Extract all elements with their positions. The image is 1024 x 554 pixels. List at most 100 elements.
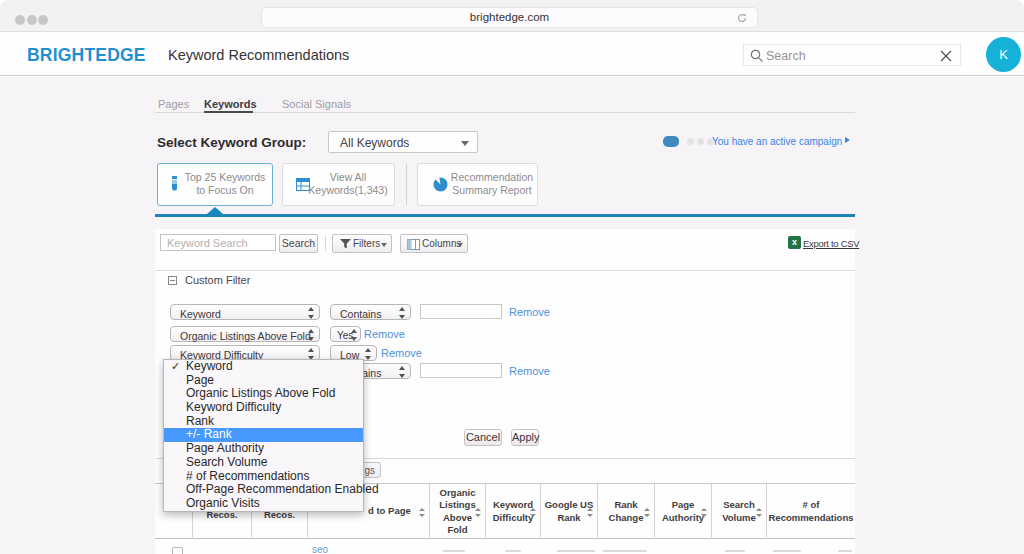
columns-icon — [407, 239, 420, 250]
filter-row2-field-select[interactable]: Organic Listings Above Fold — [170, 326, 320, 342]
filter-row1-operator-select[interactable]: Contains — [330, 304, 411, 320]
columns-button[interactable]: Columns — [400, 234, 468, 253]
menu-item-plus-minus-rank[interactable]: +/- Rank — [164, 428, 363, 442]
sort-icon[interactable] — [701, 508, 708, 517]
search-icon — [750, 49, 764, 63]
menu-item-num-recommendations[interactable]: # of Recommendations — [164, 470, 363, 484]
sort-icon[interactable] — [475, 508, 482, 517]
filter-row3-remove-link[interactable]: Remove — [381, 347, 422, 359]
app-header: BRIGHTEDGE Keyword Recommendations Searc… — [0, 33, 1024, 76]
reload-icon[interactable] — [736, 12, 748, 24]
menu-item-keyword[interactable]: ✓Keyword — [164, 360, 363, 374]
content-area: Pages Keywords Social Signals Select Key… — [0, 77, 1024, 554]
sort-icon[interactable] — [530, 508, 537, 517]
row-fragment — [725, 550, 745, 552]
keyword-search-input[interactable] — [160, 234, 276, 251]
campaign-dot-1 — [687, 138, 694, 145]
summary-report-button[interactable]: Recommendation Summary Report — [417, 163, 538, 206]
filter-row2-operator-select[interactable]: Yes — [330, 326, 361, 342]
filters-button[interactable]: Filters — [332, 234, 392, 253]
check-icon: ✓ — [171, 360, 180, 374]
focus-keywords-icon — [169, 176, 180, 194]
filter-row4-value-input[interactable] — [420, 363, 502, 378]
filter-row1-remove-link[interactable]: Remove — [509, 306, 550, 318]
active-section-arrow — [207, 207, 223, 214]
filter-icon — [340, 239, 351, 249]
filter-row2-field-value: Organic Listings Above Fold — [180, 330, 311, 342]
menu-item-organic-visits[interactable]: Organic Visits — [164, 497, 363, 511]
window-minimize-button[interactable] — [27, 15, 37, 25]
active-tab-underline — [204, 111, 253, 113]
field-dropdown-menu: ✓Keyword Page Organic Listings Above Fol… — [163, 359, 364, 512]
sort-icon[interactable] — [644, 508, 651, 517]
row-checkbox[interactable] — [172, 547, 183, 554]
columns-button-label: Columns — [422, 238, 461, 249]
cancel-button[interactable]: Cancel — [464, 429, 502, 446]
tab-keywords[interactable]: Keywords — [204, 98, 257, 110]
top-25-keywords-button[interactable]: Top 25 Keywords to Focus On — [157, 163, 273, 206]
header-search-box[interactable]: Search — [743, 44, 961, 66]
keyword-group-select[interactable]: All Keywords — [328, 131, 478, 153]
column-header-rank-change[interactable]: Rank Change — [597, 484, 654, 539]
excel-icon: x — [788, 236, 801, 249]
view-all-keywords-label: View All Keywords(1,343) — [306, 171, 390, 197]
menu-item-rank[interactable]: Rank — [164, 415, 363, 429]
sort-icon[interactable] — [419, 508, 426, 517]
column-header-num-recommendations[interactable]: # of Recommendations — [766, 484, 855, 539]
window-zoom-button[interactable] — [38, 15, 48, 25]
filter-row1-value-input[interactable] — [420, 304, 502, 319]
column-header-keyword-difficulty[interactable]: Keyword Difficulty — [485, 484, 540, 539]
column-header-google-us-rank[interactable]: Google US Rank — [540, 484, 597, 539]
search-button[interactable]: Search — [279, 234, 318, 253]
menu-item-organic-listings[interactable]: Organic Listings Above Fold — [164, 387, 363, 401]
filter-row1-operator-stepper-icon — [398, 307, 407, 319]
tab-social-signals[interactable]: Social Signals — [282, 98, 351, 110]
row-fragment — [443, 550, 465, 552]
keyword-group-label: Select Keyword Group: — [157, 135, 306, 150]
screen: brightedge.com BRIGHTEDGE Keyword Recomm… — [0, 0, 1024, 554]
menu-item-off-page-enabled[interactable]: Off-Page Recommendation Enabled — [164, 483, 363, 497]
view-all-keywords-button[interactable]: View All Keywords(1,343) — [282, 163, 395, 206]
campaign-dot-2 — [697, 138, 704, 145]
export-to-csv-link[interactable]: Export to CSV — [803, 238, 859, 249]
apply-button[interactable]: Apply — [511, 429, 539, 446]
campaign-toggle[interactable] — [663, 136, 679, 147]
filter-row2-operator-stepper-icon — [350, 329, 359, 341]
header-search-placeholder: Search — [766, 49, 806, 63]
filter-row2-field-stepper-icon — [307, 329, 316, 341]
keyword-group-value: All Keywords — [340, 136, 409, 150]
filter-row4-operator-stepper-icon — [398, 366, 407, 378]
menu-item-keyword-difficulty[interactable]: Keyword Difficulty — [164, 401, 363, 415]
menu-item-page-authority[interactable]: Page Authority — [164, 442, 363, 456]
top-25-keywords-label: Top 25 Keywords to Focus On — [180, 171, 270, 197]
close-icon[interactable] — [939, 49, 953, 63]
browser-chrome: brightedge.com — [0, 0, 1024, 32]
section-blue-line — [155, 214, 855, 217]
toolbar-separator — [155, 270, 855, 271]
sort-icon[interactable] — [756, 508, 763, 517]
avatar[interactable]: K — [986, 37, 1021, 72]
menu-item-page[interactable]: Page — [164, 374, 363, 388]
columns-caret-icon — [457, 243, 463, 247]
column-header-organic-listings[interactable]: Organic Listings Above Fold — [429, 484, 485, 539]
filter-row2-remove-link[interactable]: Remove — [364, 328, 405, 340]
view-buttons-divider — [406, 164, 407, 205]
filter-row4-remove-link[interactable]: Remove — [509, 365, 550, 377]
filters-button-label: Filters — [353, 238, 380, 249]
brightedge-logo[interactable]: BRIGHTEDGE — [27, 45, 146, 66]
row-page-link[interactable]: seo — [312, 544, 328, 554]
filter-row1-field-select[interactable]: Keyword — [170, 304, 320, 320]
window-close-button[interactable] — [15, 15, 25, 25]
collapse-icon[interactable] — [168, 276, 177, 285]
row-fragment — [603, 550, 647, 552]
column-header-page-authority[interactable]: Page Authority — [654, 484, 711, 539]
sort-icon[interactable] — [587, 508, 594, 517]
filter-row1-field-stepper-icon — [307, 307, 316, 319]
menu-item-search-volume[interactable]: Search Volume — [164, 456, 363, 470]
url-bar[interactable]: brightedge.com — [261, 7, 758, 28]
campaign-status-link[interactable]: You have an active campaign — [712, 136, 842, 147]
tab-pages[interactable]: Pages — [158, 98, 189, 110]
toolbar-divider — [325, 236, 326, 251]
column-header-search-volume[interactable]: Search Volume — [711, 484, 766, 539]
row-fragment — [773, 550, 801, 552]
